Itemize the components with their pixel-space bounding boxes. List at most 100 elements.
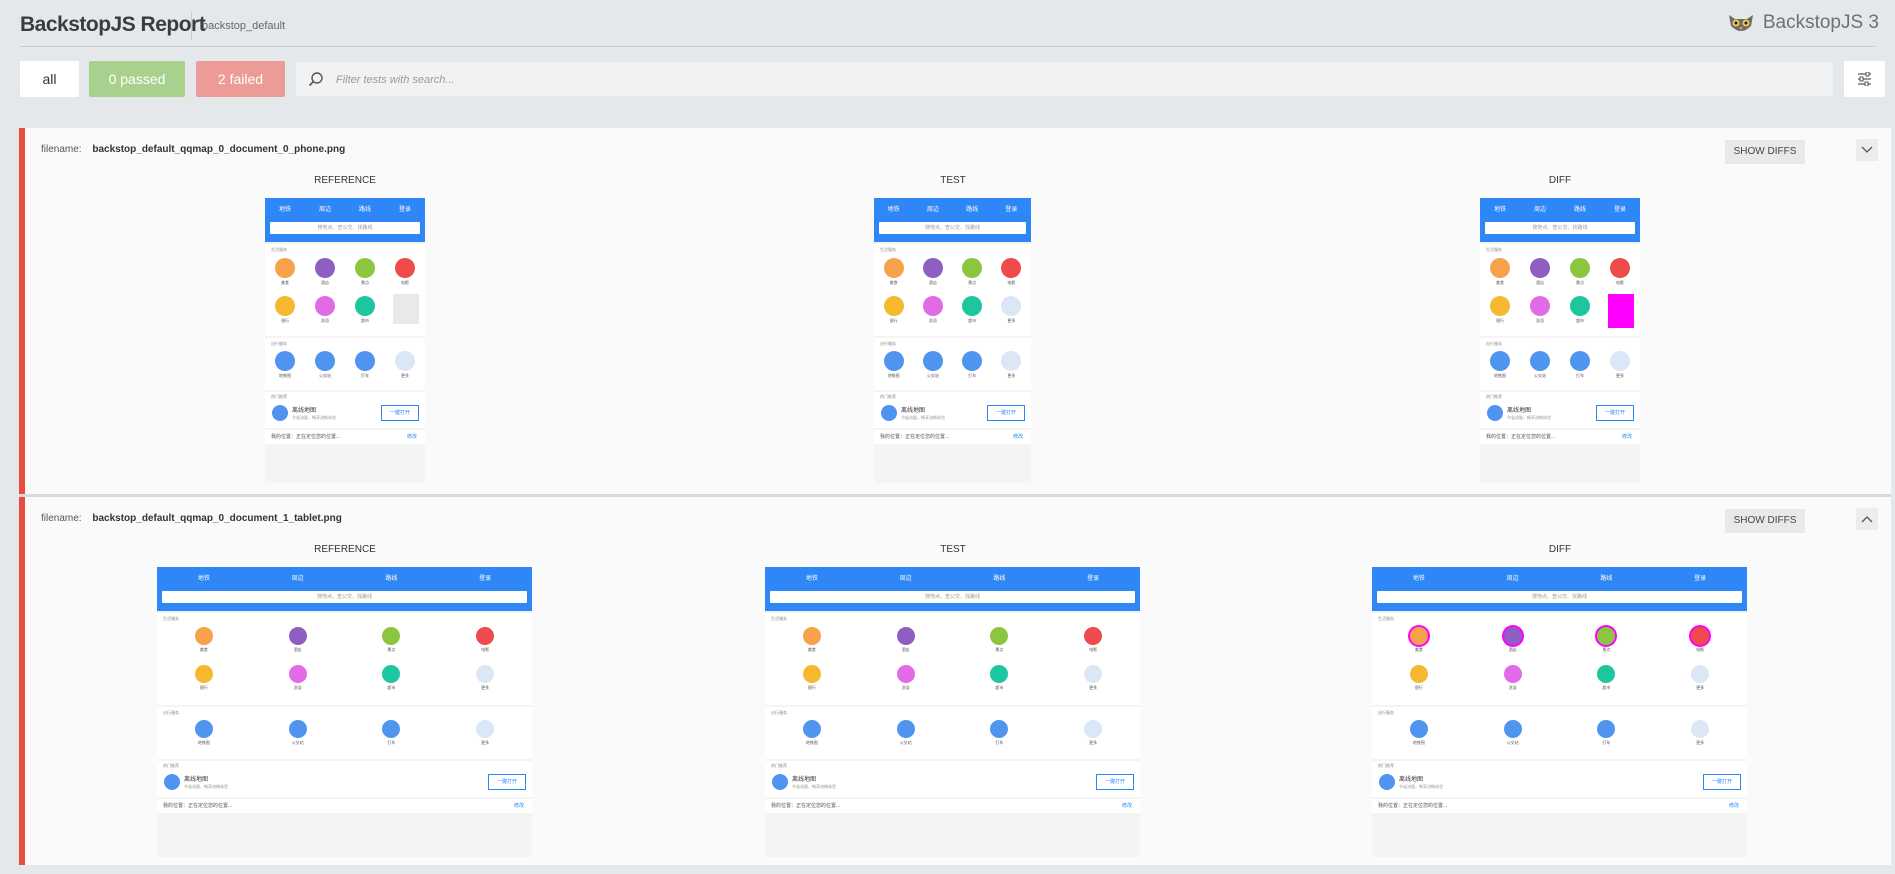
app-icon-label: 电影	[1007, 280, 1016, 285]
app-icon	[1570, 296, 1590, 316]
section-title: 热门推荐	[1378, 763, 1394, 768]
column-label-test: TEST	[940, 175, 966, 186]
app-icon-label: 超市	[968, 318, 977, 323]
filename-label: filename:	[41, 144, 82, 155]
app-icon-label: 超市	[361, 318, 369, 323]
app-icon-label: 超市	[1576, 318, 1584, 323]
app-icon	[1691, 627, 1710, 645]
app-icon-label: 更多	[401, 373, 409, 378]
app-tab: 地铁	[1493, 207, 1506, 213]
section-title: 生活服务	[271, 247, 287, 252]
filename-value: backstop_default_qqmap_0_document_1_tabl…	[92, 513, 342, 524]
app-icon	[288, 627, 307, 645]
diff-image[interactable]: 地铁 周边 路线 登录 搜地点、查公交、找路线 生活服务 美食 酒店 景点 电影 银行 洗浴 超市 出行服…	[1480, 198, 1640, 483]
app-tab: 路线	[1600, 576, 1613, 582]
filter-passed-button[interactable]: 0 passed	[89, 61, 185, 97]
app-icon	[1084, 665, 1103, 683]
app-icon-label: 地铁图	[1412, 740, 1425, 745]
suite-name: backstop_default	[191, 12, 285, 40]
app-icon	[1409, 665, 1428, 683]
test-image[interactable]: 地铁 周边 路线 登录 搜地点、查公交、找路线 生活服务 美食 酒店 景点 电影 银行 洗浴 超市 更多出…	[765, 567, 1140, 857]
filename-label: filename:	[41, 513, 82, 524]
app-icon-label: 更多	[1696, 740, 1705, 745]
app-icon-label: 更多	[481, 740, 490, 745]
reference-image[interactable]: 地铁 周边 路线 登录 搜地点、查公交、找路线 生活服务 美食 酒店 景点 电影 银行 洗浴 超市 更多出…	[157, 567, 532, 857]
app-icon-label: 美食	[1496, 280, 1504, 285]
expand-toggle[interactable]	[1856, 139, 1878, 161]
location-link: 修改	[1122, 803, 1133, 809]
app-icon	[194, 627, 213, 645]
column-label-reference: REFERENCE	[314, 175, 376, 186]
app-icon	[275, 258, 295, 278]
app-icon	[194, 720, 213, 738]
test-image[interactable]: 地铁 周边 路线 登录 搜地点、查公交、找路线 生活服务 美食 酒店 景点 电影 银行 洗浴 超市 更多出…	[874, 198, 1031, 483]
section-title: 热门推荐	[271, 394, 287, 399]
offline-map-title: 离线地图	[792, 777, 817, 783]
app-icon	[315, 296, 335, 316]
column-label-diff: DIFF	[1548, 544, 1572, 555]
location-link: 修改	[1729, 803, 1740, 809]
app-tab: 周边	[899, 576, 912, 582]
app-icon-label: 电影	[1616, 280, 1624, 285]
section-title: 热门推荐	[163, 763, 179, 768]
app-icon	[883, 351, 904, 371]
app-icon	[275, 296, 295, 316]
section-title: 热门推荐	[771, 763, 787, 768]
app-icon-label: 打车	[968, 373, 977, 378]
open-button: 一键打开	[1596, 405, 1634, 421]
app-icon	[1084, 627, 1103, 645]
app-icon	[476, 627, 495, 645]
search-input[interactable]	[334, 68, 1818, 92]
show-diffs-button[interactable]: SHOW DIFFS	[1725, 140, 1805, 164]
reference-image[interactable]: 地铁 周边 路线 登录 搜地点、查公交、找路线 生活服务 美食 酒店 景点 电影 银行 洗浴 超市 出行服…	[265, 198, 425, 483]
app-icon	[1409, 627, 1428, 645]
app-search: 搜地点、查公交、找路线	[162, 591, 527, 603]
show-diffs-button[interactable]: SHOW DIFFS	[1725, 509, 1805, 533]
offline-map-title: 离线地图	[1507, 408, 1532, 414]
offline-map-icon	[881, 405, 897, 421]
app-tab: 路线	[358, 207, 371, 213]
filter-failed-button[interactable]: 2 failed	[196, 61, 285, 97]
app-icon-label: 景点	[1576, 280, 1584, 285]
section-bg	[157, 707, 532, 759]
diff-image[interactable]: 地铁 周边 路线 登录 搜地点、查公交、找路线 生活服务 美食 酒店 景点 电影 银行 洗浴 超市 更多出…	[1372, 567, 1747, 857]
app-tab: 地铁	[887, 207, 900, 213]
app-icon	[1570, 258, 1590, 278]
offline-map-icon	[1379, 774, 1395, 790]
app-icon	[1503, 665, 1522, 683]
app-icon	[1490, 351, 1510, 371]
app-tab: 地铁	[197, 576, 210, 582]
app-icon-label: 超市	[995, 685, 1004, 690]
test-card-tablet: filename: backstop_default_qqmap_0_docum…	[19, 497, 1891, 865]
app-icon-label: 电影	[401, 280, 409, 285]
app-icon-label: 美食	[1414, 647, 1423, 652]
app-icon-label: 打车	[995, 740, 1004, 745]
search-icon	[308, 72, 323, 87]
app-icon	[922, 351, 943, 371]
section-bg	[1372, 707, 1747, 759]
app-icon	[355, 258, 375, 278]
chevron-up-icon	[1861, 516, 1873, 523]
offline-map-icon	[1487, 405, 1503, 421]
column-label-diff: DIFF	[1548, 175, 1572, 186]
offline-map-title: 离线地图	[901, 408, 926, 414]
app-icon	[194, 665, 213, 683]
collapse-toggle[interactable]	[1856, 508, 1878, 530]
app-icon	[1503, 627, 1522, 645]
location-link: 修改	[407, 434, 418, 440]
app-icon-label: 地铁图	[805, 740, 818, 745]
app-header: 地铁 周边 路线 登录 搜地点、查公交、找路线	[874, 198, 1031, 242]
app-icon	[355, 296, 375, 316]
section-title: 热门推荐	[880, 394, 896, 399]
section-bg	[765, 761, 1140, 797]
settings-button[interactable]	[1844, 61, 1885, 97]
app-icon	[1610, 258, 1630, 278]
app-icon	[288, 720, 307, 738]
app-icon-label: 打车	[1602, 740, 1611, 745]
app-header: 地铁 周边 路线 登录 搜地点、查公交、找路线	[1480, 198, 1640, 242]
app-icon-label: 地铁图	[279, 373, 291, 378]
app-icon	[1570, 351, 1590, 371]
app-icon	[1490, 296, 1510, 316]
filter-all-button[interactable]: all	[20, 61, 79, 97]
app-icon-label: 电影	[1089, 647, 1098, 652]
